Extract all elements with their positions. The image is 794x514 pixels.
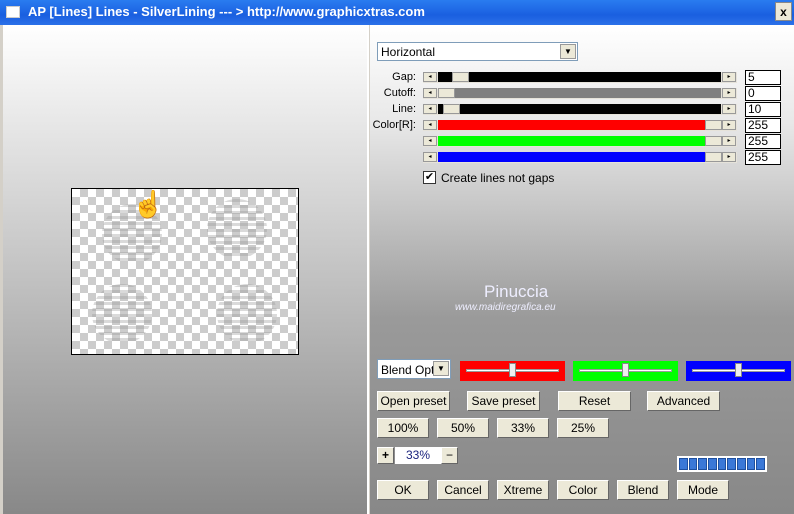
slider-track [438,136,721,146]
slider-track [438,72,721,82]
blend-color-slider[interactable] [686,361,791,381]
scroll-right-icon[interactable]: ▸ [722,104,736,114]
slider-thumb[interactable] [508,363,516,377]
title-bar: AP [Lines] Lines - SilverLining --- > ht… [0,0,794,25]
app-icon [6,6,20,18]
slider-track [438,104,721,114]
chevron-down-icon[interactable]: ▼ [433,361,449,376]
progress-indicator [677,456,767,472]
preview-image[interactable]: ☝ [71,188,299,355]
progress-segment [737,458,746,470]
slider-value-field[interactable]: 0 [745,86,781,101]
hand-pointer-icon: ☝ [132,189,165,219]
slider-thumb[interactable] [705,136,722,146]
slider-5[interactable]: ◂ ▸ [423,152,737,163]
progress-segment [756,458,766,470]
slider-value-field[interactable]: 255 [745,150,781,165]
slider-thumb[interactable] [451,72,469,82]
slider-thumb[interactable] [621,363,629,377]
progress-segment [727,458,737,470]
scroll-left-icon[interactable]: ◂ [423,136,437,146]
blend-color-slider[interactable] [460,361,565,381]
blend-color-slider[interactable] [573,361,678,381]
mode-dropdown[interactable]: Horizontal ▼ [377,42,578,61]
progress-segment [746,458,756,470]
preview-shape [207,199,267,259]
preview-shape [92,284,152,344]
preview-shape [217,284,277,344]
progress-segment [708,458,717,470]
slider-0[interactable]: ◂ ▸ [423,72,737,83]
blend-dropdown-value: Blend Opti [381,363,438,377]
zoom-value-field[interactable]: 33% [395,447,441,464]
scroll-left-icon[interactable]: ◂ [423,104,437,114]
scroll-right-icon[interactable]: ▸ [722,120,736,130]
button-advanced[interactable]: Advanced [647,391,720,411]
slider-value-field[interactable]: 5 [745,70,781,85]
button-ok[interactable]: OK [377,480,429,500]
progress-segment [717,458,727,470]
button-xtreme[interactable]: Xtreme [497,480,549,500]
scroll-left-icon[interactable]: ◂ [423,88,437,98]
scroll-left-icon[interactable]: ◂ [423,120,437,130]
slider-thumb[interactable] [705,120,722,130]
zoom-out-button[interactable]: − [441,447,458,464]
slider-track [438,120,721,130]
scroll-right-icon[interactable]: ▸ [722,136,736,146]
zoom-33-button[interactable]: 33% [497,418,549,438]
slider-label: Cutoff: [383,87,416,99]
slider-thumb[interactable] [438,88,455,98]
slider-track [438,152,721,162]
mode-dropdown-value: Horizontal [381,45,436,59]
create-lines-checkbox[interactable]: ✔ [423,171,436,184]
button-cancel[interactable]: Cancel [437,480,489,500]
slider-label: Line: [392,103,416,115]
slider-3[interactable]: ◂ ▸ [423,120,737,131]
chevron-down-icon[interactable]: ▼ [560,44,576,59]
slider-value-field[interactable]: 255 [745,134,781,149]
slider-4[interactable]: ◂ ▸ [423,136,737,147]
button-mode[interactable]: Mode [677,480,729,500]
button-blend[interactable]: Blend [617,480,669,500]
slider-2[interactable]: ◂ ▸ [423,104,737,115]
slider-track [438,88,721,98]
zoom-50-button[interactable]: 50% [437,418,489,438]
slider-thumb[interactable] [734,363,742,377]
slider-label: Color[R]: [372,119,416,131]
slider-thumb[interactable] [705,152,722,162]
zoom-100-button[interactable]: 100% [377,418,429,438]
watermark-name: Pinuccia [484,282,549,301]
scroll-left-icon[interactable]: ◂ [423,72,437,82]
zoom-25-button[interactable]: 25% [557,418,609,438]
zoom-in-button[interactable]: + [377,447,394,464]
scroll-right-icon[interactable]: ▸ [722,152,736,162]
button-save-preset[interactable]: Save preset [467,391,540,411]
button-reset[interactable]: Reset [558,391,631,411]
watermark-url: www.maidiregrafica.eu [455,302,556,313]
button-color[interactable]: Color [557,480,609,500]
blend-options-dropdown[interactable]: Blend Opti ▼ [377,359,451,379]
button-open-preset[interactable]: Open preset [377,391,450,411]
slider-thumb[interactable] [443,104,461,114]
progress-segment [698,458,708,470]
slider-value-field[interactable]: 10 [745,102,781,117]
progress-segment [688,458,698,470]
progress-segment [679,458,688,470]
scroll-right-icon[interactable]: ▸ [722,72,736,82]
scroll-left-icon[interactable]: ◂ [423,152,437,162]
window-title: AP [Lines] Lines - SilverLining --- > ht… [28,4,425,19]
slider-label: Gap: [392,71,416,83]
slider-1[interactable]: ◂ ▸ [423,88,737,99]
close-button[interactable]: x [775,2,792,21]
create-lines-label: Create lines not gaps [441,171,555,185]
slider-value-field[interactable]: 255 [745,118,781,133]
scroll-right-icon[interactable]: ▸ [722,88,736,98]
